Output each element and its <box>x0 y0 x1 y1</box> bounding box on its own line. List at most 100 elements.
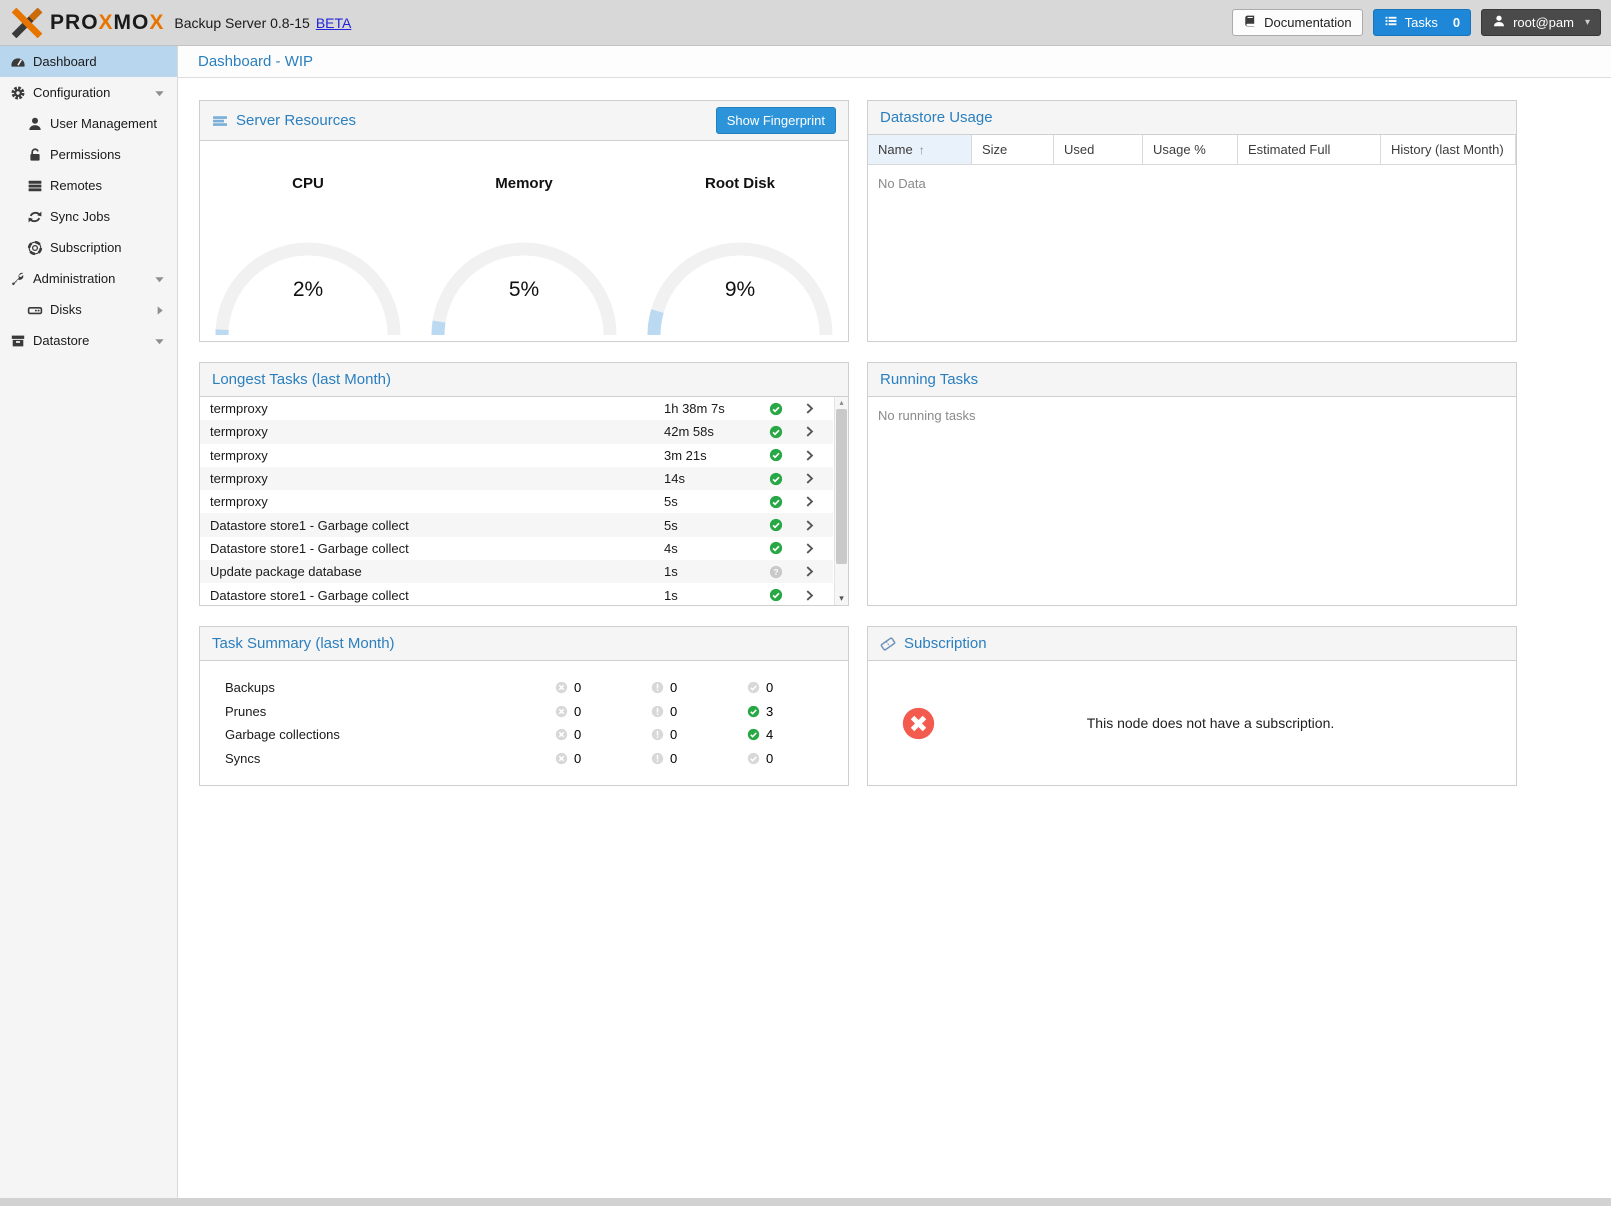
longest-tasks-panel: Longest Tasks (last Month) termproxy 1h … <box>199 362 849 606</box>
ticket-icon <box>880 636 896 652</box>
sidebar-item-dashboard[interactable]: Dashboard <box>0 46 177 77</box>
expand-right-icon[interactable] <box>154 304 165 315</box>
longest-tasks-title: Longest Tasks (last Month) <box>212 371 391 388</box>
wrench-icon <box>10 271 26 287</box>
task-row[interactable]: termproxy 42m 58s <box>200 420 833 443</box>
subscription-title: Subscription <box>904 635 987 652</box>
user-icon <box>27 116 43 132</box>
sidebar-item-sync-jobs[interactable]: Sync Jobs <box>0 201 177 232</box>
ok-status-icon <box>769 541 803 555</box>
sidebar-item-permissions[interactable]: Permissions <box>0 139 177 170</box>
page-titlebar: Dashboard - WIP <box>178 46 1611 78</box>
gauge-cpu: CPU 2% <box>200 141 416 341</box>
scroll-down-arrow[interactable]: ▾ <box>835 591 848 605</box>
column-header-size[interactable]: Size <box>972 135 1054 164</box>
chevron-right-icon[interactable] <box>803 402 833 415</box>
task-row[interactable]: Datastore store1 - Garbage collect 5s <box>200 513 833 536</box>
ok-status-icon <box>769 448 803 462</box>
beta-link[interactable]: BETA <box>316 15 352 31</box>
ok-status-icon <box>769 495 803 509</box>
sidebar-item-user-management[interactable]: User Management <box>0 108 177 139</box>
chevron-down-icon: ▾ <box>1585 17 1590 28</box>
sidebar: Dashboard Configuration User Management … <box>0 46 178 1198</box>
column-header-usage-[interactable]: Usage % <box>1143 135 1238 164</box>
dashboard-icon <box>10 54 26 70</box>
sidebar-item-administration[interactable]: Administration <box>0 263 177 294</box>
error-count-icon <box>555 728 568 741</box>
server-bars-icon <box>27 178 43 194</box>
expand-down-icon[interactable] <box>154 335 165 346</box>
error-count-icon <box>555 681 568 694</box>
user-menu-button[interactable]: root@pam ▾ <box>1481 9 1601 36</box>
book-icon <box>1243 14 1257 31</box>
task-row[interactable]: termproxy 3m 21s <box>200 444 833 467</box>
gear-icon <box>10 85 26 101</box>
task-row[interactable]: termproxy 14s <box>200 467 833 490</box>
chevron-right-icon[interactable] <box>803 519 833 532</box>
resource-gauges: CPU 2% Memory 5% Root Disk 9% <box>200 141 848 341</box>
show-fingerprint-button[interactable]: Show Fingerprint <box>716 107 836 134</box>
task-summary-row: Prunes 0 0 3 <box>200 700 848 724</box>
unknown-status-icon: ? <box>769 565 803 579</box>
chevron-right-icon[interactable] <box>803 472 833 485</box>
svg-text:2%: 2% <box>293 278 323 301</box>
server-bars-icon <box>212 113 228 129</box>
chevron-right-icon[interactable] <box>803 542 833 555</box>
task-summary-row: Syncs 0 0 0 <box>200 747 848 771</box>
sort-up-icon: ↑ <box>919 143 925 157</box>
running-tasks-title: Running Tasks <box>880 371 978 388</box>
sidebar-item-datastore[interactable]: Datastore <box>0 325 177 356</box>
ok-status-icon <box>769 402 803 416</box>
datastore-usage-empty: No Data <box>868 165 1516 202</box>
expand-down-icon[interactable] <box>154 87 165 98</box>
ok-count-icon <box>747 728 760 741</box>
ok-status-icon <box>769 425 803 439</box>
task-row[interactable]: Datastore store1 - Garbage collect 4s <box>200 537 833 560</box>
chevron-right-icon[interactable] <box>803 495 833 508</box>
column-header-estimated-full[interactable]: Estimated Full <box>1238 135 1381 164</box>
proxmox-x-icon <box>10 8 44 38</box>
task-summary-row: Backups 0 0 0 <box>200 676 848 700</box>
scrollbar[interactable]: ▴ ▾ <box>834 397 848 605</box>
sidebar-item-remotes[interactable]: Remotes <box>0 170 177 201</box>
product-name: Backup Server 0.8-15 <box>174 15 309 31</box>
task-summary-title: Task Summary (last Month) <box>212 635 395 652</box>
ok-count-icon <box>747 705 760 718</box>
scroll-up-arrow[interactable]: ▴ <box>835 397 848 409</box>
disk-icon <box>27 302 43 318</box>
task-row[interactable]: termproxy 1h 38m 7s <box>200 397 833 420</box>
expand-down-icon[interactable] <box>154 273 165 284</box>
datastore-usage-table-header: Name↑SizeUsedUsage %Estimated FullHistor… <box>868 135 1516 165</box>
task-summary-row: Garbage collections 0 0 4 <box>200 723 848 747</box>
chevron-right-icon[interactable] <box>803 565 833 578</box>
page-title: Dashboard - WIP <box>198 53 313 70</box>
gauge-root-disk: Root Disk 9% <box>632 141 848 341</box>
column-header-used[interactable]: Used <box>1054 135 1143 164</box>
warning-count-icon <box>651 681 664 694</box>
sidebar-item-subscription[interactable]: Subscription <box>0 232 177 263</box>
scroll-thumb[interactable] <box>836 409 847 564</box>
svg-text:?: ? <box>773 567 778 577</box>
svg-text:5%: 5% <box>509 278 539 301</box>
chevron-right-icon[interactable] <box>803 589 833 602</box>
documentation-button[interactable]: Documentation <box>1232 9 1362 36</box>
task-row[interactable]: Update package database 1s ? <box>200 560 833 583</box>
warning-count-icon <box>651 752 664 765</box>
sidebar-item-configuration[interactable]: Configuration <box>0 77 177 108</box>
chevron-right-icon[interactable] <box>803 425 833 438</box>
column-header-history-last-month-[interactable]: History (last Month) <box>1381 135 1516 164</box>
task-row[interactable]: Datastore store1 - Garbage collect 1s <box>200 583 833 605</box>
top-header-bar: PROXMOX Backup Server 0.8-15 BETA Docume… <box>0 0 1611 46</box>
tasks-count-badge: 0 <box>1453 15 1460 30</box>
no-subscription-icon <box>902 707 935 740</box>
warning-count-icon <box>651 728 664 741</box>
tasks-button[interactable]: Tasks 0 <box>1373 9 1471 36</box>
gauge-memory: Memory 5% <box>416 141 632 341</box>
chevron-right-icon[interactable] <box>803 449 833 462</box>
column-header-name[interactable]: Name↑ <box>868 135 972 164</box>
task-row[interactable]: termproxy 5s <box>200 490 833 513</box>
unlock-icon <box>27 147 43 163</box>
sidebar-item-disks[interactable]: Disks <box>0 294 177 325</box>
life-ring-icon <box>27 240 43 256</box>
datastore-usage-panel: Datastore Usage Name↑SizeUsedUsage %Esti… <box>867 100 1517 342</box>
